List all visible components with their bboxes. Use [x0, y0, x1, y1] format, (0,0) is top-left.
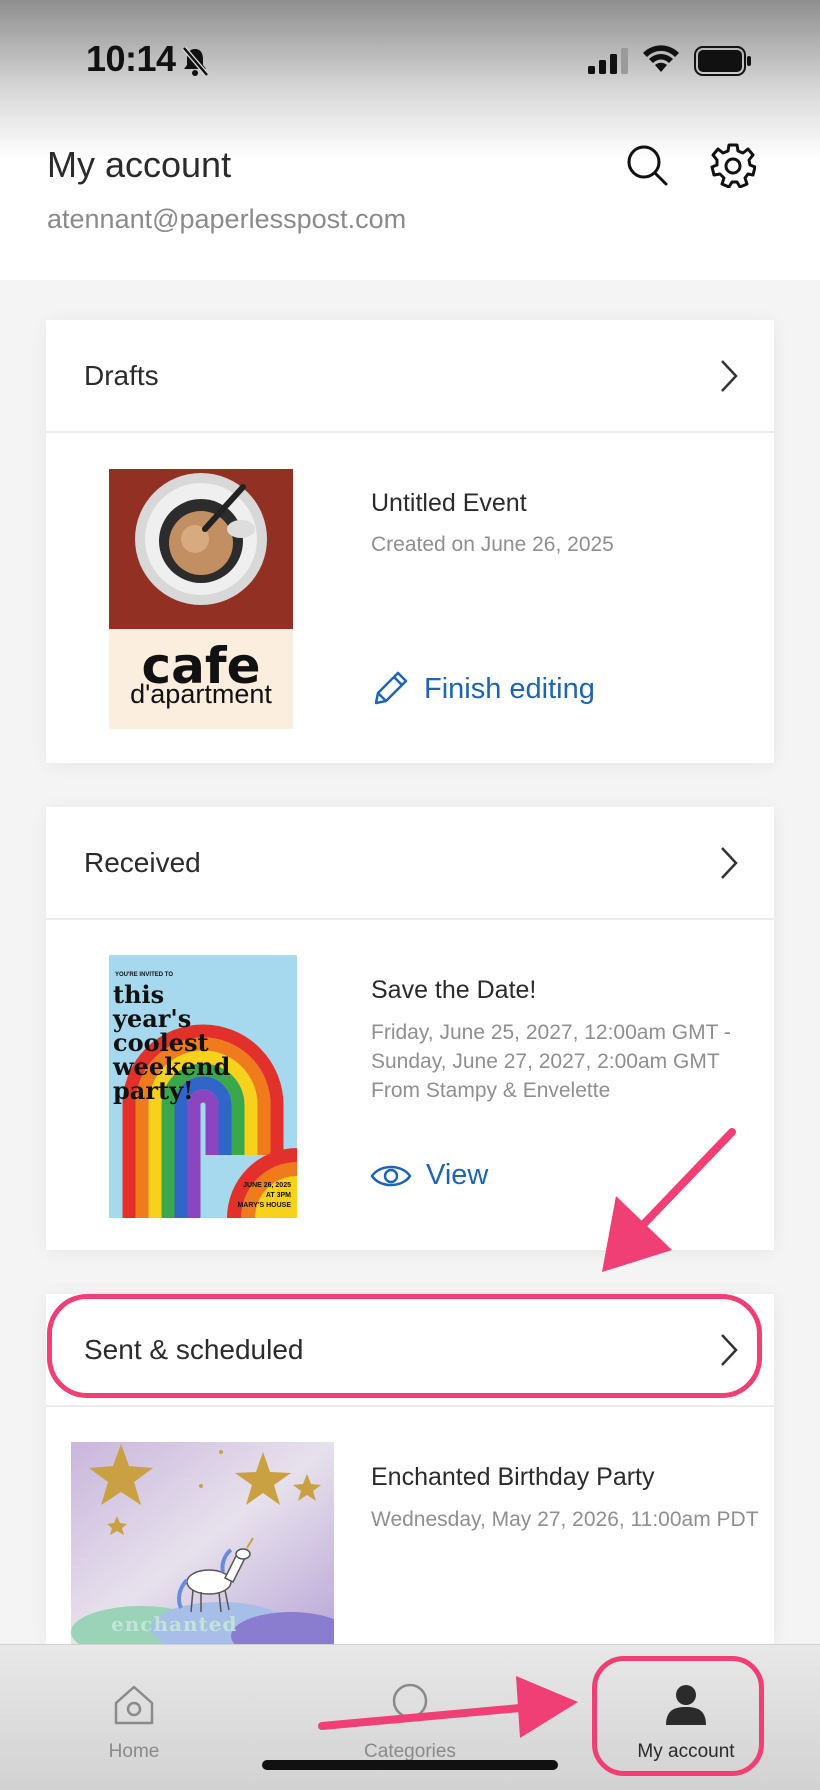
- draft-thumbnail[interactable]: cafe d'apartment: [109, 469, 293, 729]
- received-title: Received: [84, 847, 201, 878]
- received-thumb-details: JUNE 26, 2025 AT 3PM MARY'S HOUSE: [237, 1181, 291, 1211]
- finish-editing-button[interactable]: Finish editing: [370, 669, 595, 709]
- cellular-signal-icon: [588, 48, 628, 74]
- page-header: My account atennant@paperlesspost.com: [0, 130, 820, 270]
- sent-item-date: Wednesday, May 27, 2026, 11:00am PDT: [371, 1508, 759, 1531]
- draft-title[interactable]: Untitled Event: [371, 489, 527, 518]
- tab-highlight-annotation: [592, 1656, 764, 1776]
- received-date-end: Sunday, June 27, 2027, 2:00am GMT: [371, 1050, 720, 1073]
- received-thumb-kicker: YOU'RE INVITED TO: [115, 972, 173, 978]
- pencil-icon: [374, 671, 408, 705]
- received-thumb-place: MARY'S HOUSE: [237, 1202, 291, 1209]
- sent-thumbnail[interactable]: enchanted: [71, 1442, 334, 1644]
- battery-icon: [694, 46, 751, 76]
- status-bar: 10:14: [0, 0, 820, 120]
- received-thumb-time: AT 3PM: [265, 1192, 291, 1199]
- finish-editing-label: Finish editing: [424, 672, 595, 705]
- sent-thumb-text: enchanted: [111, 1612, 238, 1636]
- view-button[interactable]: View: [370, 1159, 488, 1192]
- received-thumb-headline: this year's coolest weekend party!: [113, 983, 230, 1103]
- drafts-card: Drafts cafe d'apartment Untitled Event C…: [46, 320, 774, 763]
- draft-thumb-subtitle: d'apartment: [130, 679, 272, 709]
- tab-home[interactable]: Home: [34, 1645, 234, 1790]
- drafts-title: Drafts: [84, 360, 159, 391]
- bell-muted-icon: [182, 46, 209, 77]
- view-label: View: [426, 1159, 489, 1191]
- home-indicator: [262, 1760, 558, 1770]
- received-sender: From Stampy & Envelette: [371, 1079, 611, 1102]
- received-thumb-line: party!: [113, 1076, 194, 1105]
- chevron-right-icon: [721, 847, 738, 879]
- search-icon: [392, 1683, 428, 1719]
- account-email: atennant@paperlesspost.com: [47, 204, 407, 234]
- received-thumb-date: JUNE 26, 2025: [243, 1182, 291, 1189]
- wifi-icon: [643, 45, 679, 72]
- gear-icon[interactable]: [710, 142, 756, 188]
- home-icon: [114, 1685, 154, 1725]
- chevron-right-icon: [721, 360, 738, 392]
- drafts-header[interactable]: Drafts: [46, 320, 774, 433]
- sent-highlight-annotation: [47, 1294, 762, 1398]
- tab-home-label: Home: [108, 1741, 160, 1762]
- sent-item-title[interactable]: Enchanted Birthday Party: [371, 1463, 655, 1492]
- eye-icon: [370, 1165, 412, 1186]
- received-thumbnail[interactable]: YOU'RE INVITED TO this year's coolest we…: [109, 955, 297, 1218]
- status-time: 10:14: [86, 38, 176, 79]
- received-title-text[interactable]: Save the Date!: [371, 976, 536, 1005]
- search-icon[interactable]: [624, 142, 670, 188]
- received-date-start: Friday, June 25, 2027, 12:00am GMT -: [371, 1021, 731, 1044]
- received-card: Received YOU'RE INVITED TO this year's c…: [46, 807, 774, 1250]
- page-title: My account: [47, 144, 232, 185]
- draft-created-date: Created on June 26, 2025: [371, 533, 614, 556]
- received-header[interactable]: Received: [46, 807, 774, 920]
